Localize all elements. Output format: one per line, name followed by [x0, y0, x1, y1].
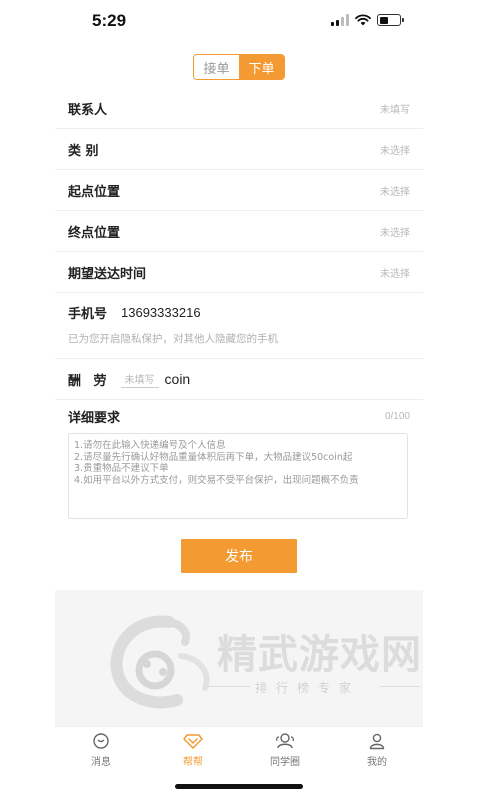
watermark-subtitle: 排行榜专家: [255, 681, 361, 695]
field-label: 起点位置: [68, 184, 121, 200]
help-diamond-icon: [183, 733, 203, 749]
publish-button[interactable]: 发布: [181, 539, 297, 573]
details-label: 详细要求: [68, 411, 121, 426]
placeholder-line: 2.请尽量先行确认好物品重量体积后再下单，大物品建议50coin起: [74, 451, 353, 463]
tab-classmates[interactable]: 同学圈: [239, 727, 331, 772]
status-icons: [331, 14, 404, 26]
reward-field: 酬 劳 未填写 coin: [55, 359, 423, 400]
tab-take-order[interactable]: 接单: [194, 55, 239, 79]
battery-icon: [377, 14, 404, 26]
order-form: 联系人 未填写 类 别 未选择 起点位置 未选择 终点位置 未选择 期望送达时间…: [55, 88, 423, 519]
details-header: 详细要求 0/100: [55, 400, 423, 433]
status-bar: 5:29: [0, 0, 477, 44]
tab-messages[interactable]: 消息: [55, 727, 147, 772]
reward-unit: coin: [164, 371, 191, 387]
tab-label: 同学圈: [270, 756, 300, 768]
char-counter: 0/100: [384, 411, 410, 422]
home-indicator: [175, 784, 303, 789]
field-value: 未选择: [380, 186, 410, 198]
watermark-logo-icon: [110, 615, 210, 709]
watermark-rule: [380, 686, 420, 687]
signal-icon: [331, 14, 349, 26]
wifi-icon: [355, 14, 371, 26]
watermark-rule: [205, 686, 250, 687]
phone-label: 手机号: [68, 307, 108, 322]
tab-help[interactable]: 帮帮: [147, 727, 239, 772]
delivery-time-field[interactable]: 期望送达时间 未选择: [55, 252, 423, 293]
field-value: 未选择: [380, 145, 410, 157]
placeholder-line: 1.请勿在此输入快递编号及个人信息: [74, 440, 226, 451]
field-label: 终点位置: [68, 225, 121, 241]
classmates-icon: [276, 732, 294, 748]
reward-input[interactable]: 未填写: [120, 371, 159, 388]
end-location-field[interactable]: 终点位置 未选择: [55, 211, 423, 252]
mode-toggle: 接单 下单: [193, 54, 285, 80]
category-field[interactable]: 类 别 未选择: [55, 129, 423, 170]
reward-label: 酬 劳: [68, 373, 111, 389]
content-placeholder-area: 精武游戏网 排行榜专家: [55, 590, 423, 726]
field-value: 未填写: [380, 104, 410, 116]
phone-value[interactable]: 13693333216: [121, 305, 201, 320]
contact-field[interactable]: 联系人 未填写: [55, 88, 423, 129]
tab-label: 帮帮: [183, 756, 203, 768]
field-label: 联系人: [68, 102, 108, 118]
field-label: 期望送达时间: [68, 266, 147, 282]
tab-place-order[interactable]: 下单: [239, 55, 284, 79]
placeholder-line: 3.贵重物品不建议下单: [74, 463, 169, 474]
tab-label: 消息: [91, 756, 111, 768]
placeholder-line: 4.如用平台以外方式支付，则交易不受平台保护，出现问题概不负责: [74, 474, 359, 486]
tab-profile[interactable]: 我的: [331, 727, 423, 772]
status-time: 5:29: [92, 11, 127, 30]
tab-label: 我的: [367, 756, 387, 768]
message-icon: [93, 732, 109, 749]
profile-icon: [369, 733, 385, 749]
start-location-field[interactable]: 起点位置 未选择: [55, 170, 423, 211]
field-value: 未选择: [380, 227, 410, 239]
phone-field: 手机号 13693333216 已为您开启隐私保护，对其他人隐藏您的手机: [55, 293, 423, 359]
details-textarea[interactable]: 1.请勿在此输入快递编号及个人信息 2.请尽量先行确认好物品重量体积后再下单，大…: [68, 433, 408, 519]
bottom-tab-bar: 消息 帮帮 同学圈 我的: [55, 726, 423, 772]
privacy-note: 已为您开启隐私保护，对其他人隐藏您的手机: [68, 333, 278, 345]
field-label: 类 别: [68, 143, 99, 159]
watermark-title: 精武游戏网: [217, 632, 422, 678]
field-value: 未选择: [380, 268, 410, 280]
